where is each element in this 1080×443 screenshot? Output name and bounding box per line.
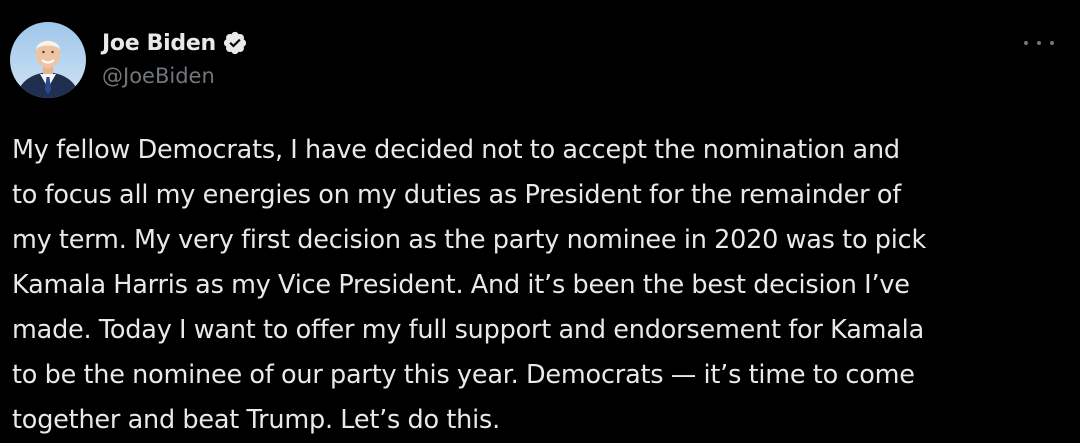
tweet-text-line: together and beat Trump. Let’s do this.: [12, 405, 500, 435]
avatar[interactable]: [10, 22, 86, 98]
tweet-text-line: My fellow Democrats, I have decided not …: [12, 135, 900, 165]
tweet-text-line: to be the nominee of our party this year…: [12, 360, 915, 390]
tweet-text: My fellow Democrats, I have decided not …: [12, 128, 1072, 443]
author-block: Joe Biden @JoeBiden: [102, 26, 248, 88]
tweet-text-line: to focus all my energies on my duties as…: [12, 180, 901, 210]
tweet-card: Joe Biden @JoeBiden My fellow Democrats,…: [0, 0, 1080, 436]
tweet-text-line: Kamala Harris as my Vice President. And …: [12, 270, 910, 300]
tweet-text-line: my term. My very first decision as the p…: [12, 225, 927, 255]
more-options-icon: [1050, 41, 1054, 45]
more-options-icon: [1024, 41, 1028, 45]
user-handle[interactable]: @JoeBiden: [102, 64, 248, 88]
more-options-button[interactable]: [1020, 30, 1058, 56]
verified-badge-icon[interactable]: [222, 30, 248, 56]
profile-photo: [10, 22, 86, 98]
name-row: Joe Biden: [102, 26, 248, 60]
display-name[interactable]: Joe Biden: [102, 31, 216, 56]
more-options-icon: [1037, 41, 1041, 45]
tweet-text-line: made. Today I want to offer my full supp…: [12, 315, 924, 345]
